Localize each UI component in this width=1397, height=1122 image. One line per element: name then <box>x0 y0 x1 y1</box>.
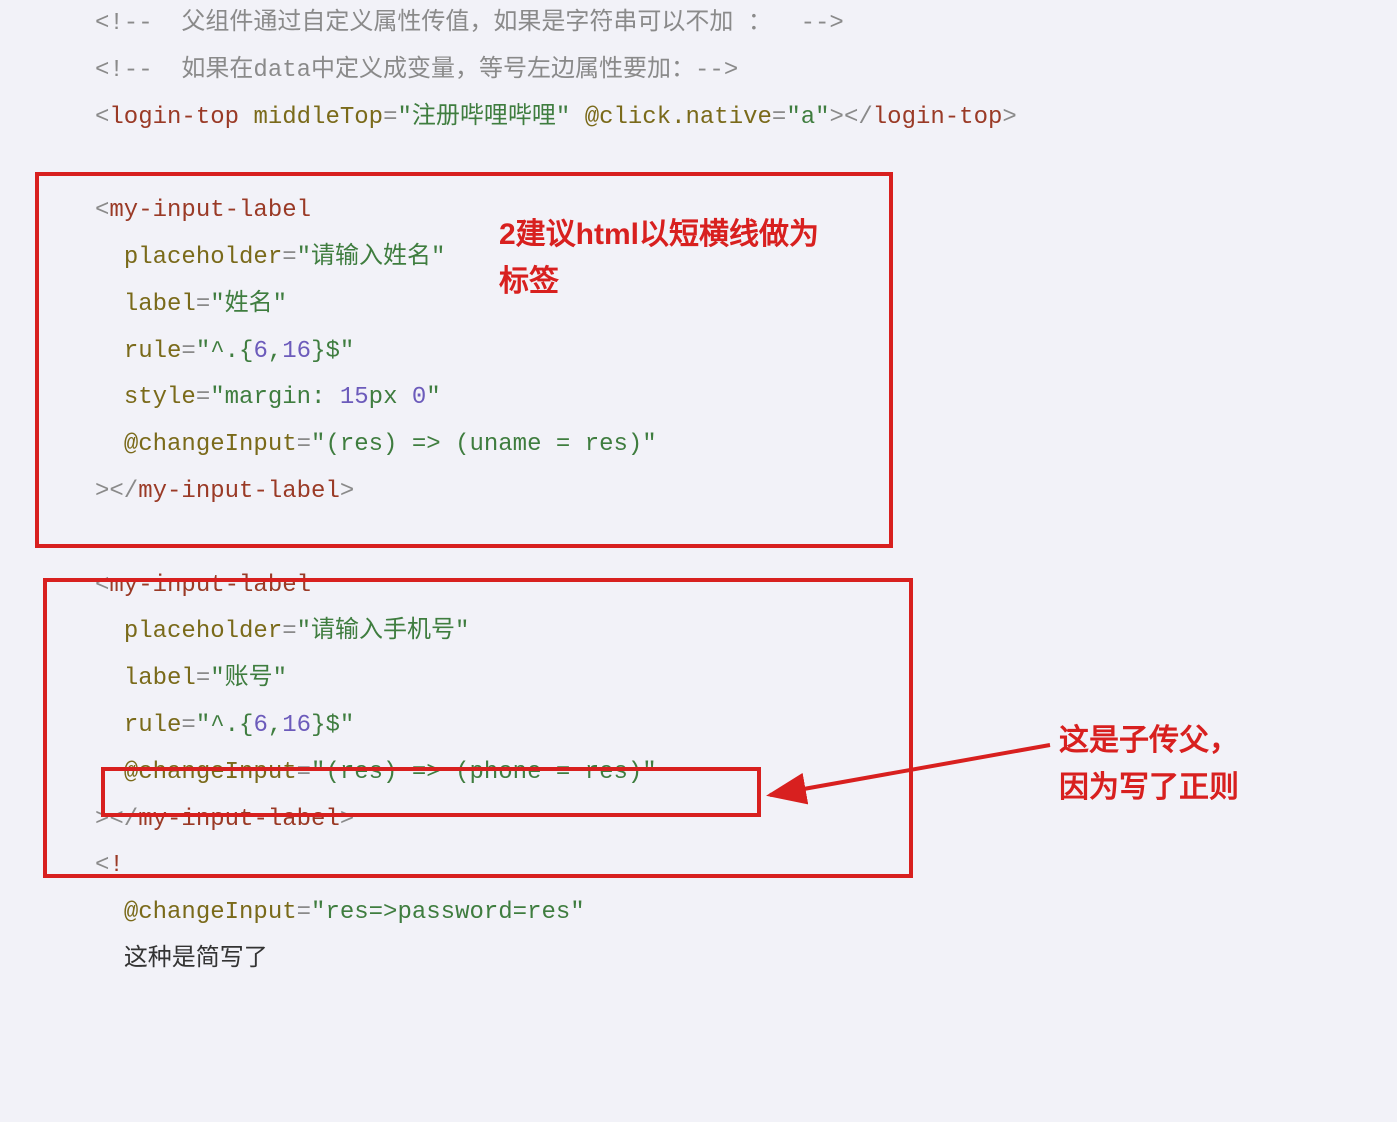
string: "账号" <box>210 665 287 692</box>
tag-login-top: login-top <box>109 104 239 131</box>
attr: rule <box>124 338 182 365</box>
attr: label <box>124 291 196 318</box>
string: "(res) => (phone = res)" <box>311 759 657 786</box>
attr: placeholder <box>124 618 282 645</box>
string: "res=>password=res" <box>311 899 585 926</box>
string: "请输入姓名" <box>297 244 446 271</box>
attr: @changeInput <box>124 899 297 926</box>
tag-my-input-label: my-input-label <box>109 572 311 599</box>
string: "(res) => (uname = res)" <box>311 431 657 458</box>
string: "姓名" <box>210 291 287 318</box>
comment-1: <!-- 父组件通过自定义属性传值，如果是字符串可以不加 ： --> <box>95 10 844 37</box>
attr: @changeInput <box>124 759 297 786</box>
annotation-text-2: 这是子传父， 因为写了正则 <box>1059 718 1239 811</box>
attr: label <box>124 665 196 692</box>
string: "注册哔哩哔哩" <box>397 104 570 131</box>
attr: style <box>124 384 196 411</box>
attr: @click.native <box>585 104 772 131</box>
trailing-text: 这种是简写了 <box>124 946 268 973</box>
attr: placeholder <box>124 244 282 271</box>
attr: rule <box>124 712 182 739</box>
tag-my-input-label: my-input-label <box>109 197 311 224</box>
punct: < <box>95 104 109 131</box>
annotation-text-1: 2建议html以短横线做为 标签 <box>499 212 819 305</box>
code-block: <!-- 父组件通过自定义属性传值，如果是字符串可以不加 ： --> <!-- … <box>95 1 1017 984</box>
string: "请输入手机号" <box>297 618 470 645</box>
code-screenshot: <!-- 父组件通过自定义属性传值，如果是字符串可以不加 ： --> <!-- … <box>0 0 1397 1122</box>
string: "a" <box>786 104 829 131</box>
attr: @changeInput <box>124 431 297 458</box>
comment-2: <!-- 如果在data中定义成变量，等号左边属性要加：--> <box>95 57 738 84</box>
attr: middleTop <box>253 104 383 131</box>
